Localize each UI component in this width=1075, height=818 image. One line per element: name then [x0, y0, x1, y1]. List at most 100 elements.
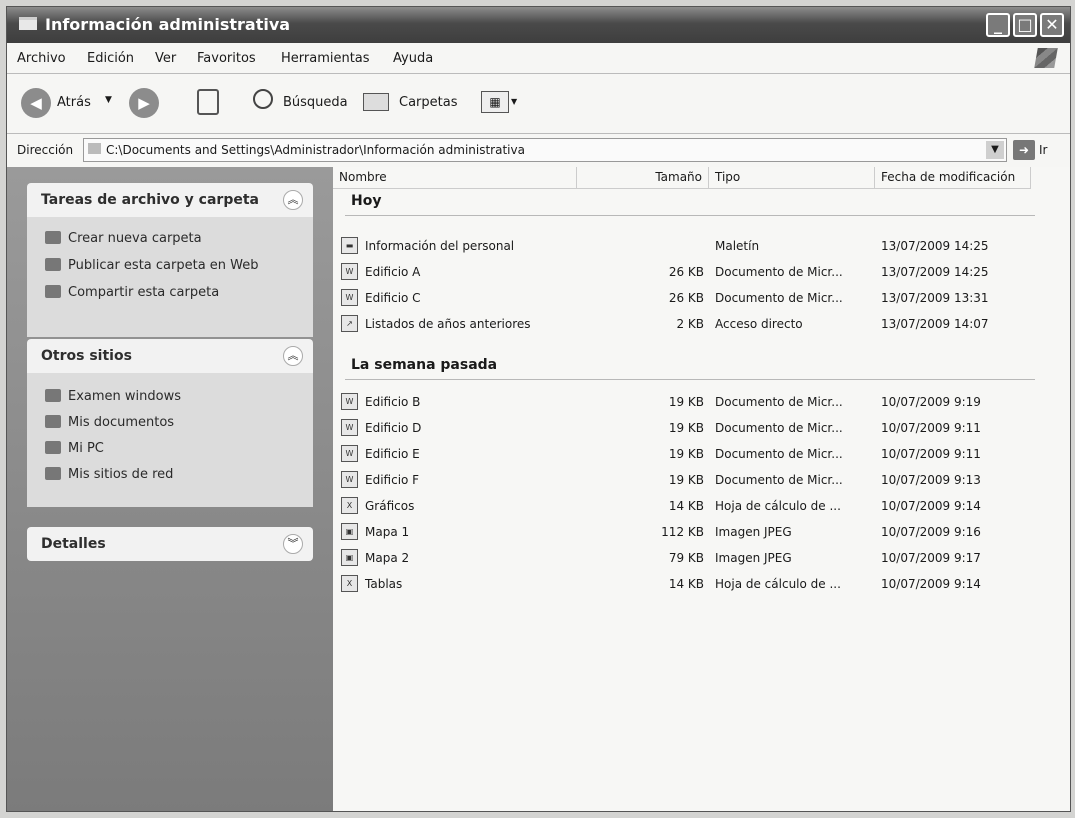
minimize-button[interactable]: _: [986, 13, 1010, 37]
file-row[interactable]: ▣ Mapa 2 79 KB Imagen JPEG 10/07/2009 9:17: [333, 545, 1070, 571]
search-button[interactable]: Búsqueda: [283, 95, 348, 110]
address-dropdown-icon[interactable]: ▼: [986, 141, 1004, 159]
place-examen-windows[interactable]: Examen windows: [45, 389, 181, 404]
folder-icon: [19, 17, 37, 30]
column-header-date[interactable]: Fecha de modificación: [875, 167, 1031, 189]
panel-header[interactable]: Tareas de archivo y carpeta ︽: [27, 183, 313, 217]
menu-ver[interactable]: Ver: [155, 51, 176, 66]
image-icon: ▣: [341, 549, 358, 566]
file-date: 10/07/2009 9:13: [881, 473, 981, 487]
computer-icon: [45, 441, 61, 454]
file-size: 2 KB: [676, 317, 704, 331]
file-date: 10/07/2009 9:11: [881, 447, 981, 461]
file-row[interactable]: X Gráficos 14 KB Hoja de cálculo de ... 10/0…: [333, 493, 1070, 519]
file-name: Tablas: [365, 577, 403, 591]
folder-small-icon: [88, 143, 101, 154]
place-mis-sitios-de-red[interactable]: Mis sitios de red: [45, 467, 173, 482]
file-size: 14 KB: [668, 499, 704, 513]
file-type: Documento de Micr...: [715, 291, 843, 305]
file-row[interactable]: W Edificio B 19 KB Documento de Micr... 10/0…: [333, 389, 1070, 415]
views-dropdown-icon[interactable]: ▼: [511, 97, 517, 106]
file-type: Hoja de cálculo de ...: [715, 577, 841, 591]
folders-button[interactable]: Carpetas: [399, 95, 457, 110]
maximize-button[interactable]: □: [1013, 13, 1037, 37]
file-row[interactable]: W Edificio E 19 KB Documento de Micr... 10/0…: [333, 441, 1070, 467]
file-size: 19 KB: [668, 473, 704, 487]
folder-up-icon[interactable]: [197, 89, 219, 115]
file-size: 26 KB: [668, 265, 704, 279]
file-row[interactable]: ▬ Información del personal Maletín 13/07/20…: [333, 233, 1070, 259]
file-date: 10/07/2009 9:11: [881, 421, 981, 435]
file-type: Hoja de cálculo de ...: [715, 499, 841, 513]
address-label: Dirección: [17, 143, 74, 157]
file-date: 10/07/2009 9:14: [881, 499, 981, 513]
back-button-label[interactable]: Atrás: [57, 95, 91, 110]
column-header-type[interactable]: Tipo: [709, 167, 875, 189]
file-row[interactable]: X Tablas 14 KB Hoja de cálculo de ... 10/07/…: [333, 571, 1070, 597]
place-mi-pc[interactable]: Mi PC: [45, 441, 104, 456]
file-type: Documento de Micr...: [715, 473, 843, 487]
file-size: 19 KB: [668, 447, 704, 461]
group-header: Hoy: [351, 193, 382, 209]
file-name: Listados de años anteriores: [365, 317, 531, 331]
folders-icon[interactable]: [363, 93, 389, 111]
word-document-icon: W: [341, 289, 358, 306]
file-row[interactable]: W Edificio A 26 KB Documento de Micr... 13/0…: [333, 259, 1070, 285]
globe-icon: [45, 258, 61, 271]
back-dropdown-icon[interactable]: ▼: [105, 95, 112, 105]
views-icon[interactable]: ▦: [481, 91, 509, 113]
close-button[interactable]: ✕: [1040, 13, 1064, 37]
new-folder-icon: [45, 231, 61, 244]
file-type: Maletín: [715, 239, 760, 253]
file-size: 79 KB: [668, 551, 704, 565]
go-arrow-icon[interactable]: ➜: [1013, 140, 1035, 160]
word-document-icon: W: [341, 471, 358, 488]
column-header-size[interactable]: Tamaño: [577, 167, 709, 189]
briefcase-icon: ▬: [341, 237, 358, 254]
expand-chevron-icon[interactable]: ︾: [283, 534, 303, 554]
place-mis-documentos[interactable]: Mis documentos: [45, 415, 174, 430]
file-name: Edificio F: [365, 473, 420, 487]
panel-header[interactable]: Detalles ︾: [27, 527, 313, 561]
word-document-icon: W: [341, 419, 358, 436]
file-row[interactable]: ▣ Mapa 1 112 KB Imagen JPEG 10/07/2009 9:16: [333, 519, 1070, 545]
file-row[interactable]: W Edificio C 26 KB Documento de Micr... 13/0…: [333, 285, 1070, 311]
go-button[interactable]: Ir: [1039, 143, 1047, 157]
file-row[interactable]: W Edificio D 19 KB Documento de Micr... 10/0…: [333, 415, 1070, 441]
menu-edicion[interactable]: Edición: [87, 51, 134, 66]
group-divider: [345, 379, 1035, 380]
title-bar[interactable]: Información administrativa _ □ ✕: [7, 7, 1070, 43]
file-type: Imagen JPEG: [715, 551, 792, 565]
documents-folder-icon: [45, 415, 61, 428]
task-create-folder[interactable]: Crear nueva carpeta: [45, 231, 202, 246]
file-size: 19 KB: [668, 395, 704, 409]
address-input[interactable]: C:\Documents and Settings\Administrador\…: [83, 138, 1007, 162]
column-header-name[interactable]: Nombre: [333, 167, 577, 189]
panel-header[interactable]: Otros sitios ︽: [27, 339, 313, 373]
menu-herramientas[interactable]: Herramientas: [281, 51, 370, 66]
file-size: 14 KB: [668, 577, 704, 591]
file-row[interactable]: W Edificio F 19 KB Documento de Micr... 10/0…: [333, 467, 1070, 493]
collapse-chevron-icon[interactable]: ︽: [283, 190, 303, 210]
forward-arrow-icon[interactable]: ▶: [129, 88, 159, 118]
file-name: Edificio C: [365, 291, 421, 305]
file-type: Documento de Micr...: [715, 447, 843, 461]
collapse-chevron-icon[interactable]: ︽: [283, 346, 303, 366]
file-name: Mapa 2: [365, 551, 410, 565]
spreadsheet-icon: X: [341, 575, 358, 592]
back-arrow-icon[interactable]: ◀: [21, 88, 51, 118]
address-bar: Dirección C:\Documents and Settings\Admi…: [7, 135, 1070, 167]
address-path: C:\Documents and Settings\Administrador\…: [106, 143, 525, 157]
file-size: 112 KB: [661, 525, 704, 539]
file-row[interactable]: ↗ Listados de años anteriores 2 KB Acceso d…: [333, 311, 1070, 337]
toolbar: ◀ Atrás ▼ ▶ Búsqueda Carpetas ▦ ▼: [7, 75, 1070, 134]
menu-ayuda[interactable]: Ayuda: [393, 51, 433, 66]
file-name: Edificio A: [365, 265, 421, 279]
task-share-folder[interactable]: Compartir esta carpeta: [45, 285, 219, 300]
file-date: 13/07/2009 13:31: [881, 291, 989, 305]
menu-favoritos[interactable]: Favoritos: [197, 51, 256, 66]
menu-archivo[interactable]: Archivo: [17, 51, 66, 66]
task-publish-web[interactable]: Publicar esta carpeta en Web: [45, 258, 259, 273]
search-icon[interactable]: [253, 89, 273, 109]
file-type: Documento de Micr...: [715, 395, 843, 409]
